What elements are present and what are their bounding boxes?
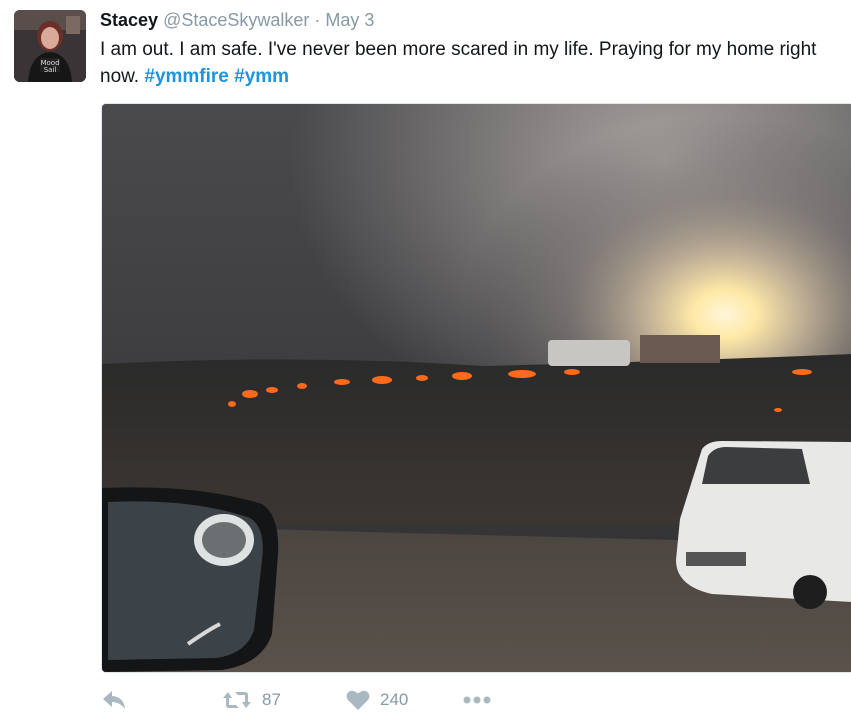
tweet-actions: 87 240 (100, 688, 850, 712)
tweet-card[interactable]: Mood Sail Stacey @StaceSkywalker · May 3… (0, 0, 851, 712)
avatar[interactable]: Mood Sail (14, 10, 86, 82)
hashtag-ymm[interactable]: #ymm (234, 66, 289, 87)
retweet-icon (222, 690, 252, 710)
tweet-date[interactable]: May 3 (325, 10, 374, 30)
svg-text:Sail: Sail (44, 66, 57, 74)
reply-icon (102, 690, 126, 710)
tweet-header: Stacey @StaceSkywalker · May 3 (100, 8, 374, 32)
reply-button[interactable] (102, 688, 126, 712)
more-button[interactable] (462, 688, 492, 712)
author-name[interactable]: Stacey (100, 10, 158, 30)
more-dots-icon (462, 695, 492, 705)
retweet-button[interactable]: 87 (222, 688, 281, 712)
author-handle[interactable]: @StaceSkywalker (163, 10, 309, 30)
tweet-photo[interactable] (101, 103, 851, 673)
wildfire-photo (102, 104, 851, 672)
tweet-text: I am out. I am safe. I've never been mor… (100, 36, 850, 90)
hashtag-ymmfire[interactable]: #ymmfire (144, 66, 229, 87)
heart-icon (346, 689, 370, 711)
retweet-count: 87 (262, 690, 281, 709)
like-count: 240 (380, 690, 409, 709)
like-button[interactable]: 240 (346, 688, 408, 712)
avatar-image: Mood Sail (14, 10, 86, 82)
separator: · (314, 10, 321, 30)
